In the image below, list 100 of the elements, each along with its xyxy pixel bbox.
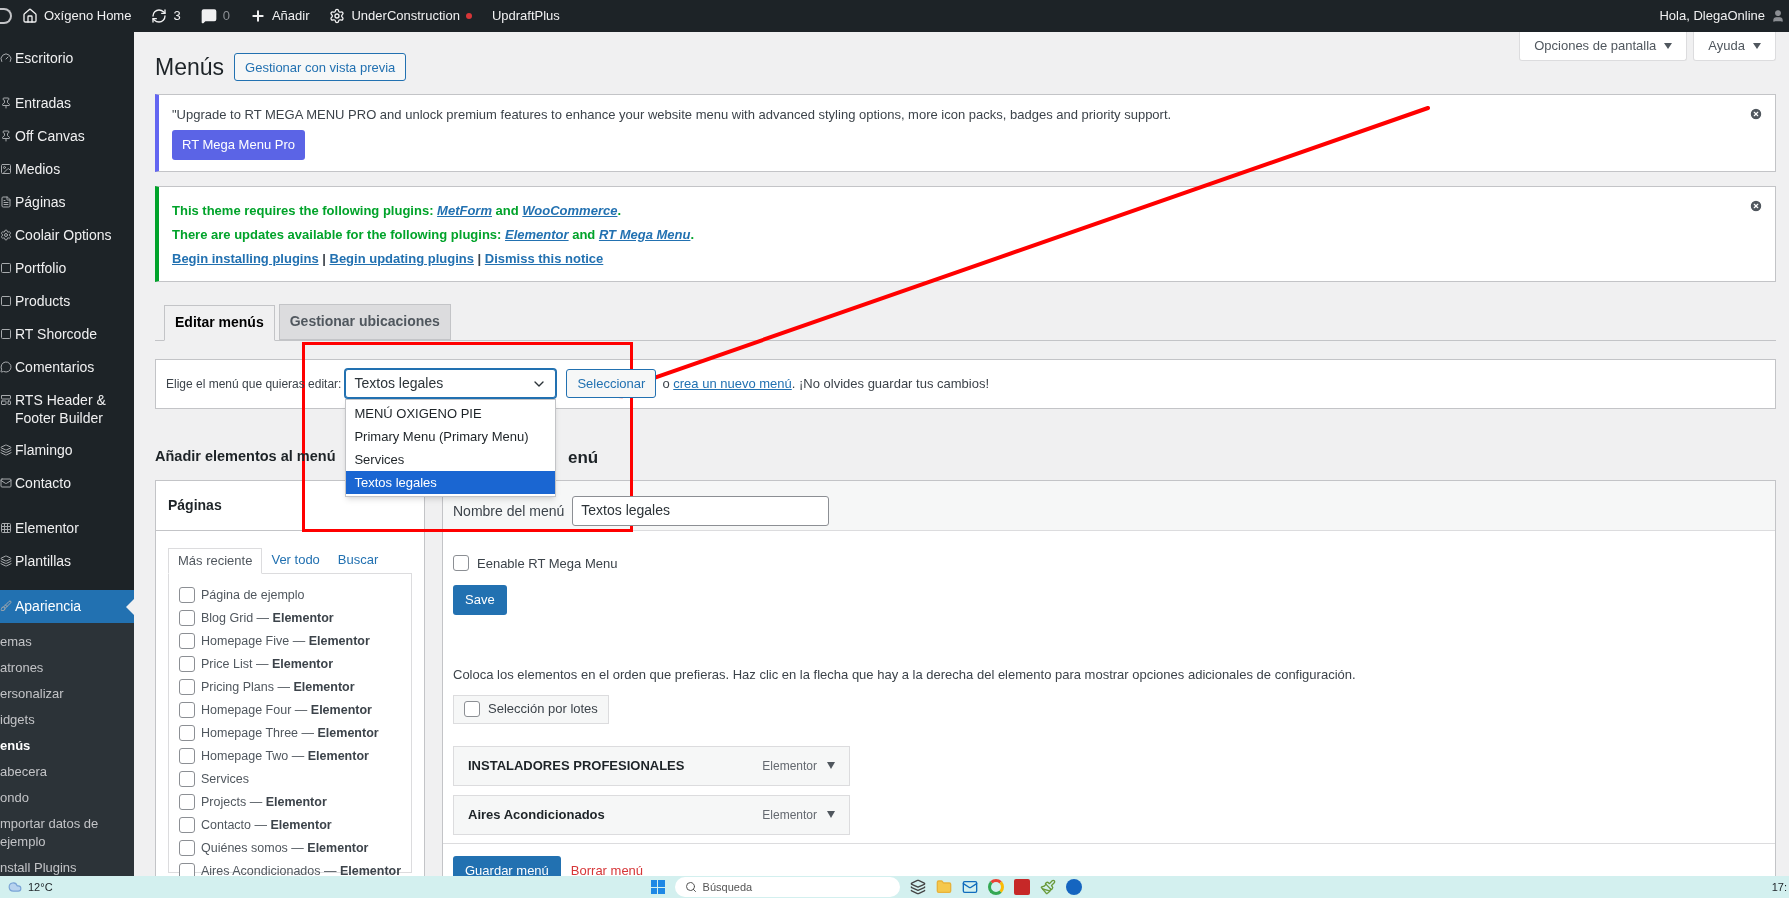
notice-link[interactable]: Dismiss this notice [484, 250, 604, 266]
help-button[interactable]: Ayuda [1693, 32, 1776, 61]
admin-bar-link[interactable]: 0 [222, 6, 230, 26]
sidebar-item[interactable]: Escritorio [0, 42, 134, 75]
sidebar-item[interactable]: Off Canvas [0, 120, 134, 153]
panel-tab[interactable]: Buscar [328, 546, 388, 573]
notice-link[interactable]: RT Mega Menu [598, 226, 691, 242]
panel-tab[interactable]: Más reciente [168, 547, 263, 574]
sidebar-item[interactable]: Comentarios [0, 351, 134, 384]
page-title: Services [201, 770, 249, 788]
paint-icon[interactable] [1039, 879, 1056, 895]
caret-icon[interactable] [827, 762, 835, 769]
notice-link[interactable]: WooCommerce [522, 202, 618, 218]
mail-icon[interactable] [961, 879, 978, 895]
admin-bar-link[interactable]: Oxígeno Home [44, 6, 132, 26]
sidebar-item[interactable]: Plantillas [0, 545, 134, 578]
windows-logo-icon[interactable] [650, 880, 665, 894]
sidebar-item[interactable]: Portfolio [0, 252, 134, 285]
dropdown-option[interactable]: MENÚ OXIGENO PIE [346, 402, 556, 425]
menu-select[interactable]: Textos legales [345, 369, 557, 398]
sidebar-item[interactable]: Coolair Options [0, 219, 134, 252]
notice-line: This theme requires the following plugins: MetForm and WooCommerce. [172, 202, 622, 219]
admin-bar-link[interactable]: 3 [173, 6, 181, 26]
sidebar-item[interactable]: Flamingo [0, 434, 134, 467]
page-checkbox[interactable] [179, 725, 195, 741]
manage-preview-button[interactable]: Gestionar con vista previa [234, 53, 407, 82]
user-icon[interactable] [1771, 9, 1785, 23]
upgrade-button[interactable]: RT Mega Menu Pro [172, 130, 305, 160]
dismiss-icon[interactable] [1749, 106, 1763, 121]
save-button[interactable]: Save [453, 585, 507, 615]
page-checkbox[interactable] [179, 587, 195, 603]
menu-name-field[interactable]: Textos legales [572, 495, 830, 526]
dismiss-icon[interactable] [1749, 198, 1763, 213]
menu-item-bar[interactable]: Aires Acondicionados Elementor [453, 794, 850, 835]
sidebar-item[interactable]: Elementor [0, 512, 134, 545]
delete-menu-link[interactable]: Borrar menú [570, 861, 644, 876]
notice-link[interactable]: MetForm [437, 202, 492, 218]
save-menu-button[interactable]: Guardar menú [453, 856, 561, 876]
admin-bar-link[interactable]: UnderConstruction [351, 6, 460, 26]
page-checkbox[interactable] [179, 702, 195, 718]
admin-bar-link[interactable]: Añadir [271, 6, 310, 26]
task-view-icon[interactable] [909, 879, 926, 895]
menu-item-bar[interactable]: INSTALADORES PROFESIONALES Elementor [453, 745, 850, 786]
submenu-item[interactable]: abecera [0, 759, 134, 785]
submenu-item[interactable]: ondo [0, 785, 134, 811]
sidebar-item[interactable]: Apariencia [0, 590, 134, 623]
page-title: Contacto — Elementor [201, 816, 332, 834]
submenu-item[interactable]: ersonalizar [0, 681, 134, 707]
page-checkbox[interactable] [179, 817, 195, 833]
folder-icon[interactable] [935, 879, 952, 895]
enable-checkbox[interactable] [453, 555, 469, 572]
notice-link[interactable]: Elementor [505, 226, 569, 242]
bulk-select-control[interactable]: Selección por lotes [453, 694, 609, 724]
sidebar-item[interactable]: Contacto [0, 467, 134, 500]
app-icon[interactable] [1013, 879, 1030, 895]
page-checkbox[interactable] [179, 633, 195, 649]
page-title: Homepage Five — Elementor [201, 632, 370, 650]
page-checkbox[interactable] [179, 840, 195, 856]
page-checkbox[interactable] [179, 863, 195, 876]
sidebar-item[interactable]: Páginas [0, 186, 134, 219]
panel-title[interactable]: Páginas [168, 494, 222, 516]
checkbox-label: Eenable RT Mega Menu [477, 554, 618, 573]
gear-icon [329, 8, 346, 24]
submenu-item[interactable]: enús [0, 733, 134, 759]
nav-tab[interactable]: Editar menús [164, 304, 275, 341]
page-checkbox[interactable] [179, 610, 195, 626]
sidebar-item[interactable]: Medios [0, 153, 134, 186]
submenu-item[interactable]: idgets [0, 707, 134, 733]
greeting[interactable]: Hola, DlegaOnline [1659, 6, 1765, 26]
dropdown-option[interactable]: Textos legales [346, 471, 556, 494]
screen-options-button[interactable]: Opciones de pantalla [1519, 32, 1688, 61]
panel-tab[interactable]: Ver todo [262, 546, 329, 573]
submenu-item[interactable]: emas [0, 629, 134, 655]
dropdown-option[interactable]: Primary Menu (Primary Menu) [346, 425, 556, 448]
sidebar-item[interactable]: RTS Header & Footer Builder [0, 384, 134, 434]
notice-link[interactable]: Begin updating plugins [329, 250, 474, 266]
dropdown-option[interactable]: Services [346, 448, 556, 471]
caret-icon[interactable] [827, 811, 835, 818]
sidebar-item[interactable]: Entradas [0, 87, 134, 120]
sidebar-item[interactable]: Products [0, 285, 134, 318]
nav-tab[interactable]: Gestionar ubicaciones [278, 303, 451, 340]
page-checkbox[interactable] [179, 771, 195, 787]
page-checkbox[interactable] [179, 748, 195, 764]
sidebar-item[interactable]: RT Shorcode [0, 318, 134, 351]
select-button[interactable]: Seleccionar [566, 369, 657, 398]
page-checkbox[interactable] [179, 794, 195, 810]
page-checkbox[interactable] [179, 656, 195, 672]
notice-link[interactable]: Begin installing plugins [172, 250, 319, 266]
taskbar-search[interactable]: Búsqueda [674, 877, 900, 897]
submenu-item[interactable]: atrones [0, 655, 134, 681]
submenu-item[interactable]: mportar datos de ejemplo [0, 811, 134, 855]
field-label: Nombre del menú [453, 501, 565, 521]
page-checkbox[interactable] [179, 679, 195, 695]
browser-icon[interactable] [987, 879, 1004, 895]
create-menu-link[interactable]: crea un nuevo menú [673, 375, 792, 391]
notice-line: There are updates available for the following plugins: Elementor and RT Mega Menu. [172, 226, 695, 243]
bulk-checkbox[interactable] [464, 701, 480, 717]
admin-bar-link[interactable]: UpdraftPlus [491, 6, 560, 26]
page-title: Aires Acondicionados — Elementor [201, 862, 402, 876]
submenu-item[interactable]: nstall Plugins [0, 855, 134, 876]
